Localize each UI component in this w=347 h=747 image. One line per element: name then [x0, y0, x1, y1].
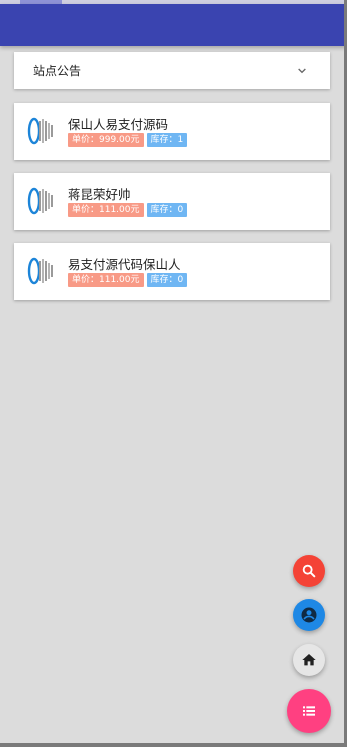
- product-thumbnail: [27, 187, 53, 215]
- product-name: 易支付源代码保山人: [68, 257, 181, 272]
- menu-list-button[interactable]: [287, 689, 331, 733]
- price-tag: 单价：111.00元: [68, 273, 144, 287]
- product-card[interactable]: 易支付源代码保山人 单价：111.00元 库存：0: [14, 243, 330, 300]
- list-icon: [303, 706, 315, 716]
- product-name: 蒋昆荣好帅: [68, 187, 131, 202]
- app-bar: [0, 4, 347, 46]
- account-icon: [301, 607, 317, 623]
- product-thumbnail: [27, 257, 53, 285]
- home-icon: [302, 654, 316, 666]
- product-card[interactable]: 保山人易支付源码 单价：999.00元 库存：1: [14, 103, 330, 160]
- account-button[interactable]: [293, 599, 325, 631]
- site-notice-panel[interactable]: 站点公告: [14, 52, 330, 89]
- site-notice-title: 站点公告: [33, 64, 82, 78]
- chevron-down-icon: [298, 68, 306, 73]
- home-button[interactable]: [293, 644, 325, 676]
- product-name: 保山人易支付源码: [68, 117, 169, 132]
- stock-tag: 库存：1: [146, 133, 188, 147]
- product-card[interactable]: 蒋昆荣好帅 单价：111.00元 库存：0: [14, 173, 330, 230]
- stock-tag: 库存：0: [146, 203, 188, 217]
- price-tag: 单价：111.00元: [68, 203, 144, 217]
- search-icon: [302, 564, 316, 578]
- price-tag: 单价：999.00元: [68, 133, 144, 147]
- product-thumbnail: [27, 117, 53, 145]
- search-button[interactable]: [293, 555, 325, 587]
- stock-tag: 库存：0: [146, 273, 188, 287]
- window-bottom-border: [0, 743, 347, 747]
